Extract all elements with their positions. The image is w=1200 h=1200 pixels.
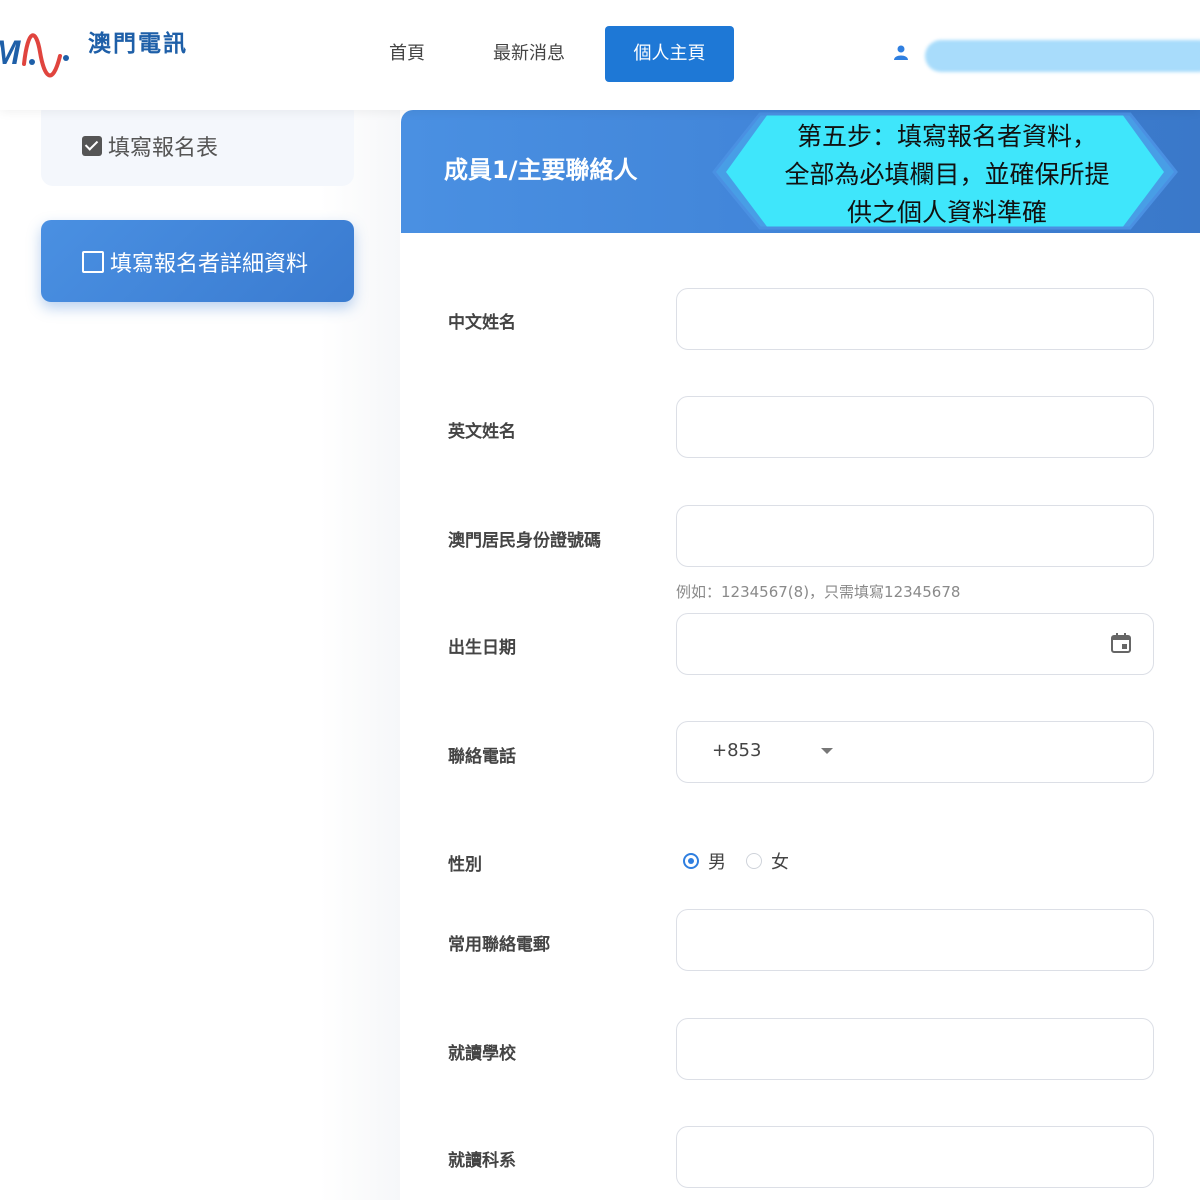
person-icon[interactable] bbox=[892, 44, 910, 62]
gender-label: 性別 bbox=[448, 855, 482, 875]
gender-female-radio[interactable] bbox=[746, 853, 762, 869]
top-header: M 澳門電訊 首頁 最新消息 個人主頁 bbox=[0, 0, 1200, 110]
id-number-hint: 例如：1234567(8)，只需填寫12345678 bbox=[676, 583, 961, 601]
country-code-select[interactable]: +853 bbox=[712, 740, 761, 761]
english-name-input[interactable] bbox=[676, 396, 1154, 458]
nav-home[interactable]: 首頁 bbox=[370, 26, 444, 82]
calendar-icon[interactable] bbox=[1110, 632, 1132, 654]
department-input[interactable] bbox=[676, 1126, 1154, 1188]
user-name-redacted[interactable] bbox=[925, 40, 1200, 72]
member-panel-title: 成員1/主要聯絡人 bbox=[444, 156, 638, 184]
school-label: 就讀學校 bbox=[448, 1044, 516, 1064]
caret-down-icon[interactable] bbox=[821, 747, 833, 755]
sidebar-step-fill-details[interactable]: 填寫報名者詳細資料 bbox=[82, 246, 308, 278]
birth-date-label: 出生日期 bbox=[448, 638, 516, 658]
brand-name: 澳門電訊 bbox=[88, 31, 188, 57]
email-input[interactable] bbox=[676, 909, 1154, 971]
gender-female-label[interactable]: 女 bbox=[771, 848, 789, 874]
step-instruction-text: 第五步：填寫報名者資料， 全部為必填欄目，並確保所提 供之個人資料準確 bbox=[760, 118, 1134, 232]
gender-male-radio[interactable] bbox=[683, 853, 699, 869]
checkbox-empty-icon bbox=[82, 251, 104, 273]
id-number-label: 澳門居民身份證號碼 bbox=[448, 531, 601, 551]
ctm-logo[interactable]: M bbox=[0, 18, 82, 88]
email-label: 常用聯絡電郵 bbox=[448, 935, 550, 955]
id-number-input[interactable] bbox=[676, 505, 1154, 567]
chinese-name-input[interactable] bbox=[676, 288, 1154, 350]
chinese-name-label: 中文姓名 bbox=[448, 313, 516, 333]
school-input[interactable] bbox=[676, 1018, 1154, 1080]
phone-label: 聯絡電話 bbox=[448, 747, 516, 767]
logo-letters: M bbox=[0, 34, 21, 72]
sidebar-step-fill-form[interactable]: 填寫報名表 bbox=[42, 130, 218, 162]
banner-line: 第五步：填寫報名者資料， bbox=[796, 122, 1097, 151]
department-label: 就讀科系 bbox=[448, 1151, 516, 1171]
birth-date-input[interactable] bbox=[676, 613, 1154, 675]
nav-news[interactable]: 最新消息 bbox=[474, 26, 584, 82]
banner-line: 全部為必填欄目，並確保所提 bbox=[784, 160, 1110, 189]
sidebar-step-label: 填寫報名者詳細資料 bbox=[110, 252, 309, 277]
checkbox-checked-icon bbox=[82, 136, 102, 156]
gender-radio-group: 男 女 bbox=[683, 848, 789, 874]
banner-line: 供之個人資料準確 bbox=[846, 198, 1047, 227]
sidebar-step-label: 填寫報名表 bbox=[108, 136, 219, 161]
english-name-label: 英文姓名 bbox=[448, 422, 516, 442]
gender-male-label[interactable]: 男 bbox=[708, 848, 726, 874]
nav-personal-home[interactable]: 個人主頁 bbox=[605, 26, 734, 82]
